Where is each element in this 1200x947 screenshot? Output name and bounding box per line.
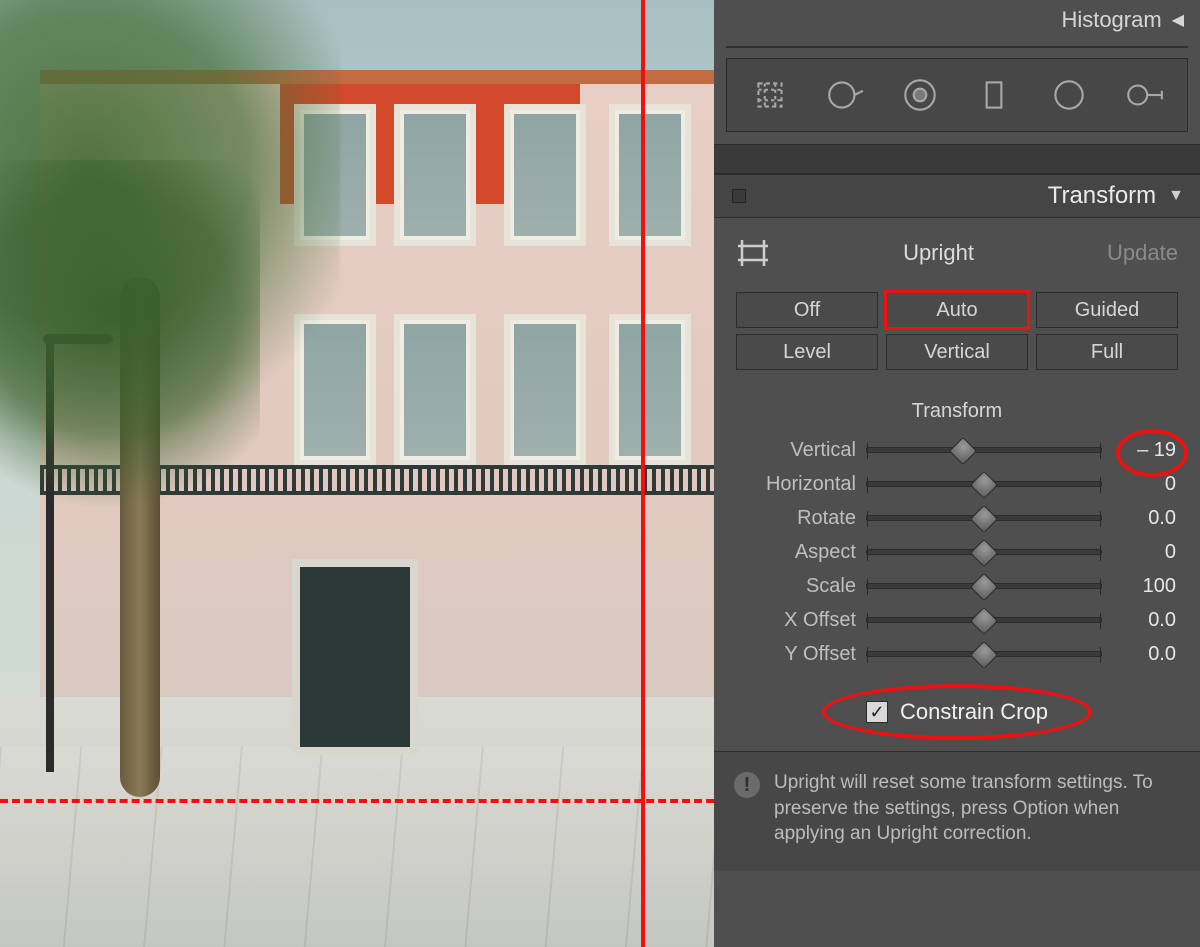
annotation-vertical-guide bbox=[641, 0, 645, 947]
transform-sliders-title: Transform bbox=[736, 400, 1178, 423]
slider-xoffset-thumb[interactable] bbox=[970, 607, 998, 635]
slider-aspect: Aspect 0 bbox=[736, 535, 1178, 569]
preview-window bbox=[615, 110, 685, 240]
divider bbox=[726, 46, 1188, 48]
preview-window bbox=[615, 320, 685, 460]
transform-panel-body: Upright Update Off Auto Guided Level Ver… bbox=[714, 218, 1200, 733]
preview-window bbox=[510, 320, 580, 460]
upright-tip: ! Upright will reset some transform sett… bbox=[714, 751, 1200, 871]
graduated-filter-tool-icon[interactable] bbox=[966, 67, 1022, 123]
slider-yoffset-thumb[interactable] bbox=[970, 641, 998, 669]
upright-level-button[interactable]: Level bbox=[736, 334, 878, 370]
slider-scale-value: 100 bbox=[1112, 575, 1178, 598]
slider-scale-track[interactable] bbox=[866, 583, 1102, 589]
slider-scale-thumb[interactable] bbox=[970, 573, 998, 601]
slider-aspect-track[interactable] bbox=[866, 549, 1102, 555]
preview-window bbox=[510, 110, 580, 240]
slider-xoffset-value: 0.0 bbox=[1112, 609, 1178, 632]
slider-vertical-thumb[interactable] bbox=[949, 437, 977, 465]
upright-full-button[interactable]: Full bbox=[1036, 334, 1178, 370]
constrain-crop-row: ✓ Constrain Crop bbox=[736, 699, 1178, 725]
spot-removal-tool-icon[interactable] bbox=[817, 67, 873, 123]
slider-vertical-value: – 19 bbox=[1112, 439, 1178, 462]
slider-horizontal-thumb[interactable] bbox=[970, 471, 998, 499]
transform-panel-header[interactable]: Transform ▼ bbox=[714, 174, 1200, 218]
transform-sliders: Vertical – 19 Horizontal 0 Rotate 0.0 Aspect 0 S… bbox=[736, 433, 1178, 671]
slider-horizontal-value: 0 bbox=[1112, 473, 1178, 496]
adjustment-brush-tool-icon[interactable] bbox=[1116, 67, 1172, 123]
upright-label: Upright bbox=[903, 240, 974, 266]
slider-vertical-track[interactable] bbox=[866, 447, 1102, 453]
preview-tree-foliage bbox=[0, 160, 260, 540]
slider-yoffset-value: 0.0 bbox=[1112, 643, 1178, 666]
annotation-horizontal-guide bbox=[0, 799, 714, 803]
preview-pavement bbox=[0, 747, 714, 947]
panel-gap bbox=[714, 144, 1200, 174]
slider-vertical: Vertical – 19 bbox=[736, 433, 1178, 467]
upright-auto-button[interactable]: Auto bbox=[886, 292, 1028, 328]
upright-row: Upright Update bbox=[736, 236, 1178, 270]
upright-mode-buttons: Off Auto Guided Level Vertical Full bbox=[736, 292, 1178, 370]
radial-filter-tool-icon[interactable] bbox=[1041, 67, 1097, 123]
crop-tool-icon[interactable] bbox=[742, 67, 798, 123]
image-preview[interactable] bbox=[0, 0, 714, 947]
panel-toggle-swatch[interactable] bbox=[732, 189, 746, 203]
slider-horizontal-track[interactable] bbox=[866, 481, 1102, 487]
upright-vertical-button[interactable]: Vertical bbox=[886, 334, 1028, 370]
slider-xoffset-label: X Offset bbox=[736, 609, 856, 632]
slider-rotate-label: Rotate bbox=[736, 507, 856, 530]
slider-xoffset-track[interactable] bbox=[866, 617, 1102, 623]
slider-yoffset-label: Y Offset bbox=[736, 643, 856, 666]
slider-rotate: Rotate 0.0 bbox=[736, 501, 1178, 535]
collapse-left-icon: ◀ bbox=[1172, 10, 1184, 30]
preview-window bbox=[400, 110, 470, 240]
slider-horizontal-label: Horizontal bbox=[736, 473, 856, 496]
slider-rotate-thumb[interactable] bbox=[970, 505, 998, 533]
right-panel: Histogram ◀ bbox=[714, 0, 1200, 947]
upright-guided-button[interactable]: Guided bbox=[1036, 292, 1178, 328]
transform-title: Transform bbox=[1048, 182, 1156, 210]
histogram-label: Histogram bbox=[1061, 7, 1161, 33]
upright-tip-text: Upright will reset some transform settin… bbox=[774, 770, 1180, 847]
slider-yoffset-track[interactable] bbox=[866, 651, 1102, 657]
slider-scale: Scale 100 bbox=[736, 569, 1178, 603]
upright-update-button[interactable]: Update bbox=[1107, 240, 1178, 266]
info-icon: ! bbox=[734, 772, 760, 798]
tool-strip bbox=[726, 58, 1188, 132]
preview-window bbox=[400, 320, 470, 460]
slider-rotate-value: 0.0 bbox=[1112, 507, 1178, 530]
slider-vertical-label: Vertical bbox=[736, 439, 856, 462]
slider-scale-label: Scale bbox=[736, 575, 856, 598]
slider-horizontal: Horizontal 0 bbox=[736, 467, 1178, 501]
upright-off-button[interactable]: Off bbox=[736, 292, 878, 328]
slider-yoffset: Y Offset 0.0 bbox=[736, 637, 1178, 671]
histogram-panel-header[interactable]: Histogram ◀ bbox=[714, 0, 1200, 40]
constrain-crop-label: Constrain Crop bbox=[900, 699, 1048, 725]
redeye-tool-icon[interactable] bbox=[892, 67, 948, 123]
upright-guided-icon[interactable] bbox=[736, 236, 770, 270]
slider-aspect-thumb[interactable] bbox=[970, 539, 998, 567]
slider-aspect-value: 0 bbox=[1112, 541, 1178, 564]
slider-aspect-label: Aspect bbox=[736, 541, 856, 564]
collapse-down-icon: ▼ bbox=[1168, 187, 1184, 205]
slider-rotate-track[interactable] bbox=[866, 515, 1102, 521]
app-root: Histogram ◀ bbox=[0, 0, 1200, 947]
constrain-crop-checkbox[interactable]: ✓ bbox=[866, 701, 888, 723]
slider-xoffset: X Offset 0.0 bbox=[736, 603, 1178, 637]
preview-door bbox=[300, 567, 410, 747]
